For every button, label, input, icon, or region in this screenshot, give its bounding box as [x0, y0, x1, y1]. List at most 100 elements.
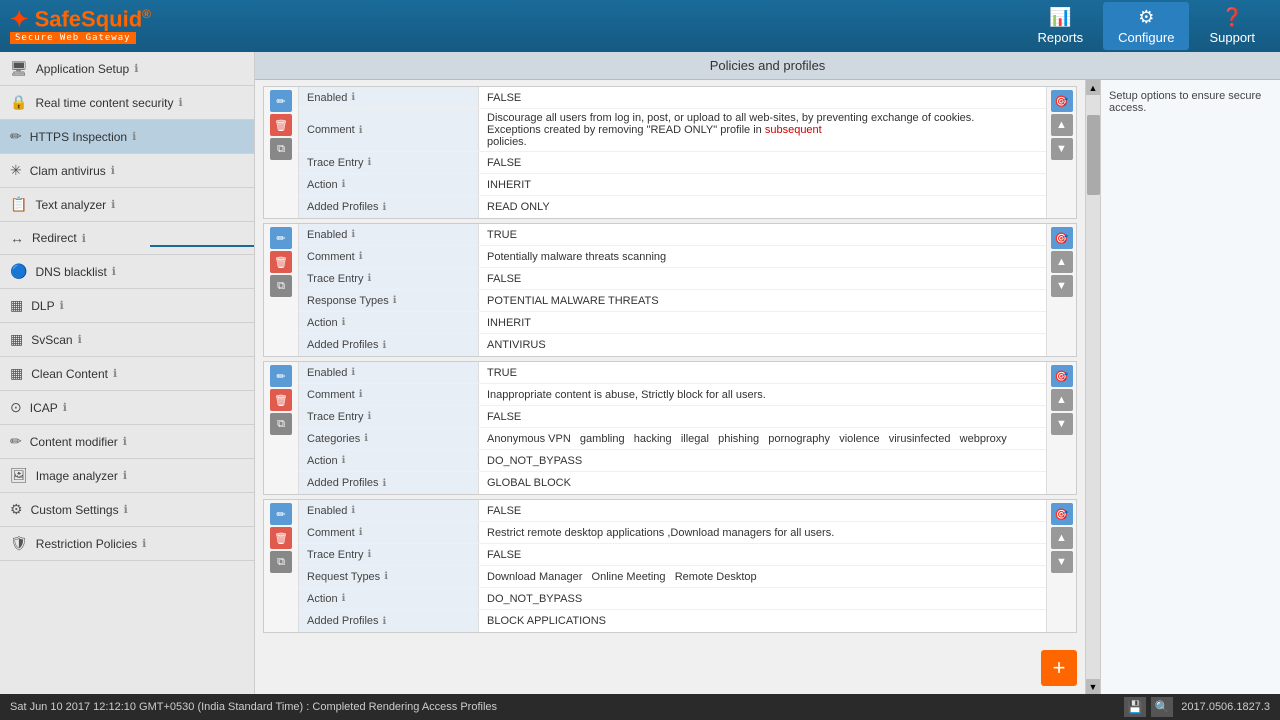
- value-response-2: POTENTIAL MALWARE THREATS: [479, 290, 1046, 311]
- edit-button-1[interactable]: ✏: [270, 90, 292, 112]
- field-row-enabled-2: Enabled ℹ TRUE: [299, 224, 1046, 246]
- nav-reports[interactable]: 📊 Reports: [1023, 2, 1099, 50]
- scroll-up-btn-1[interactable]: ▲: [1051, 114, 1073, 136]
- sidebar-item-label-clean: Clean Content: [31, 367, 108, 381]
- scroll-down-btn-2[interactable]: ▼: [1051, 275, 1073, 297]
- copy-button-4[interactable]: ⧉: [270, 551, 292, 573]
- copy-button-3[interactable]: ⧉: [270, 413, 292, 435]
- scroll-target-btn-1[interactable]: 🎯: [1051, 90, 1073, 112]
- value-enabled-1: FALSE: [479, 87, 1046, 108]
- sidebar-item-content-modifier[interactable]: ✏ Content modifier ℹ: [0, 425, 254, 459]
- edit-button-3[interactable]: ✏: [270, 365, 292, 387]
- policies-area[interactable]: ✏ 🗑 ⧉ Enabled ℹ FALSE Comment ℹ: [255, 80, 1085, 694]
- delete-button-1[interactable]: 🗑: [270, 114, 292, 136]
- value-action-1: INHERIT: [479, 174, 1046, 195]
- sidebar-item-custom-settings[interactable]: ⚙ Custom Settings ℹ: [0, 493, 254, 527]
- edit-button-2[interactable]: ✏: [270, 227, 292, 249]
- value-comment-2: Potentially malware threats scanning: [479, 246, 1046, 267]
- main-scrollbar[interactable]: ▲ ▼: [1085, 80, 1100, 694]
- nav-support-label: Support: [1209, 30, 1255, 45]
- right-sidebar: Setup options to ensure secure access.: [1100, 80, 1280, 694]
- field-row-comment-3: Comment ℹ Inappropriate content is abuse…: [299, 384, 1046, 406]
- scroll-target-btn-4[interactable]: 🎯: [1051, 503, 1073, 525]
- scroll-down-btn-1[interactable]: ▼: [1051, 138, 1073, 160]
- field-row-comment-4: Comment ℹ Restrict remote desktop applic…: [299, 522, 1046, 544]
- info-icon-dlp: ℹ: [60, 299, 64, 312]
- delete-button-3[interactable]: 🗑: [270, 389, 292, 411]
- sidebar-item-dns-blacklist[interactable]: 🔵 DNS blacklist ℹ: [0, 255, 254, 289]
- info-action-1: ℹ: [342, 179, 346, 190]
- sidebar-item-label-realtime: Real time content security: [35, 96, 173, 110]
- logo-title: ✦ SafeSquid®: [10, 8, 151, 30]
- image-analyzer-icon: 🖼: [10, 467, 28, 484]
- search-icon-btn[interactable]: 🔍: [1151, 697, 1173, 717]
- policy-block-4: ✏ 🗑 ⧉ Enabled ℹ FALSE Comment ℹ Rest: [263, 499, 1077, 633]
- info-enabled-1: ℹ: [351, 92, 355, 103]
- info-icon-svscan: ℹ: [78, 333, 82, 346]
- label-action-2: Action ℹ: [299, 312, 479, 333]
- sidebar-item-text-analyzer[interactable]: 📋 Text analyzer ℹ: [0, 188, 254, 222]
- nav-support[interactable]: ❓ Support: [1194, 2, 1270, 50]
- label-profiles-4: Added Profiles ℹ: [299, 610, 479, 632]
- scroll-down-btn-3[interactable]: ▼: [1051, 413, 1073, 435]
- scroll-target-btn-2[interactable]: 🎯: [1051, 227, 1073, 249]
- label-enabled-1: Enabled ℹ: [299, 87, 479, 108]
- scroll-target-btn-3[interactable]: 🎯: [1051, 365, 1073, 387]
- label-comment-2: Comment ℹ: [299, 246, 479, 267]
- scroll-up-btn-3[interactable]: ▲: [1051, 389, 1073, 411]
- sidebar-item-svscan[interactable]: ▦ SvScan ℹ: [0, 323, 254, 357]
- clam-antivirus-icon: ✳: [10, 162, 22, 179]
- field-row-enabled-1: Enabled ℹ FALSE: [299, 87, 1046, 109]
- scrollbar-thumb[interactable]: [1087, 115, 1100, 195]
- nav-configure[interactable]: ⚙ Configure: [1103, 2, 1189, 50]
- sidebar-item-label-svscan: SvScan: [31, 333, 72, 347]
- copy-button-2[interactable]: ⧉: [270, 275, 292, 297]
- label-profiles-2: Added Profiles ℹ: [299, 334, 479, 356]
- scroll-up-track[interactable]: ▲: [1086, 80, 1100, 95]
- info-trace-2: ℹ: [367, 273, 371, 284]
- sidebar-item-redirect[interactable]: ↔ Redirect ℹ: [0, 222, 254, 255]
- scroll-controls-2: 🎯 ▲ ▼: [1046, 224, 1076, 356]
- policy-row-2: ✏ 🗑 ⧉ Enabled ℹ TRUE Comment ℹ Poten: [264, 224, 1076, 356]
- save-icon-btn[interactable]: 💾: [1124, 697, 1146, 717]
- copy-button-1[interactable]: ⧉: [270, 138, 292, 160]
- scroll-down-track[interactable]: ▼: [1086, 679, 1100, 694]
- sidebar-item-realtime-content[interactable]: 🔒 Real time content security ℹ: [0, 86, 254, 120]
- sidebar-item-icap[interactable]: ⊙ ICAP ℹ: [0, 391, 254, 425]
- value-request-4: Download Manager Online Meeting Remote D…: [479, 566, 1046, 587]
- value-profiles-4: BLOCK APPLICATIONS: [479, 610, 1046, 632]
- custom-settings-icon: ⚙: [10, 501, 23, 518]
- policy-row-1: ✏ 🗑 ⧉ Enabled ℹ FALSE Comment ℹ: [264, 87, 1076, 218]
- info-icon-restriction-policies: ℹ: [142, 537, 146, 550]
- label-response-2: Response Types ℹ: [299, 290, 479, 311]
- label-trace-2: Trace Entry ℹ: [299, 268, 479, 289]
- sidebar-item-application-setup[interactable]: 🖥 Application Setup ℹ: [0, 52, 254, 86]
- sidebar-item-clean-content[interactable]: ▦ Clean Content ℹ: [0, 357, 254, 391]
- scroll-up-btn-2[interactable]: ▲: [1051, 251, 1073, 273]
- policy-fields-4: Enabled ℹ FALSE Comment ℹ Restrict remot…: [299, 500, 1046, 632]
- field-row-profiles-2: Added Profiles ℹ ANTIVIRUS: [299, 334, 1046, 356]
- value-action-3: DO_NOT_BYPASS: [479, 450, 1046, 471]
- edit-button-4[interactable]: ✏: [270, 503, 292, 525]
- field-row-enabled-4: Enabled ℹ FALSE: [299, 500, 1046, 522]
- sidebar-item-clam-antivirus[interactable]: ✳ Clam antivirus ℹ: [0, 154, 254, 188]
- value-categories-3: Anonymous VPN gambling hacking illegal p…: [479, 428, 1046, 449]
- status-message: Sat Jun 10 2017 12:12:10 GMT+0530 (India…: [10, 701, 497, 713]
- delete-button-4[interactable]: 🗑: [270, 527, 292, 549]
- label-comment-3: Comment ℹ: [299, 384, 479, 405]
- value-trace-1: FALSE: [479, 152, 1046, 173]
- value-trace-3: FALSE: [479, 406, 1046, 427]
- sidebar-item-dlp[interactable]: ▦ DLP ℹ: [0, 289, 254, 323]
- info-enabled-4: ℹ: [351, 505, 355, 516]
- scroll-up-btn-4[interactable]: ▲: [1051, 527, 1073, 549]
- info-icon-clean: ℹ: [113, 367, 117, 380]
- scroll-down-btn-4[interactable]: ▼: [1051, 551, 1073, 573]
- policy-block-1: ✏ 🗑 ⧉ Enabled ℹ FALSE Comment ℹ: [263, 86, 1077, 219]
- sidebar-item-image-analyzer[interactable]: 🖼 Image analyzer ℹ: [0, 459, 254, 493]
- info-icon-image-analyzer: ℹ: [123, 469, 127, 482]
- value-comment-4: Restrict remote desktop applications ,Do…: [479, 522, 1046, 543]
- add-policy-button[interactable]: +: [1041, 650, 1077, 686]
- sidebar-item-restriction-policies[interactable]: 🛡 Restriction Policies ℹ: [0, 527, 254, 561]
- delete-button-2[interactable]: 🗑: [270, 251, 292, 273]
- sidebar-item-https-inspection[interactable]: ✏ HTTPS Inspection ℹ: [0, 120, 254, 154]
